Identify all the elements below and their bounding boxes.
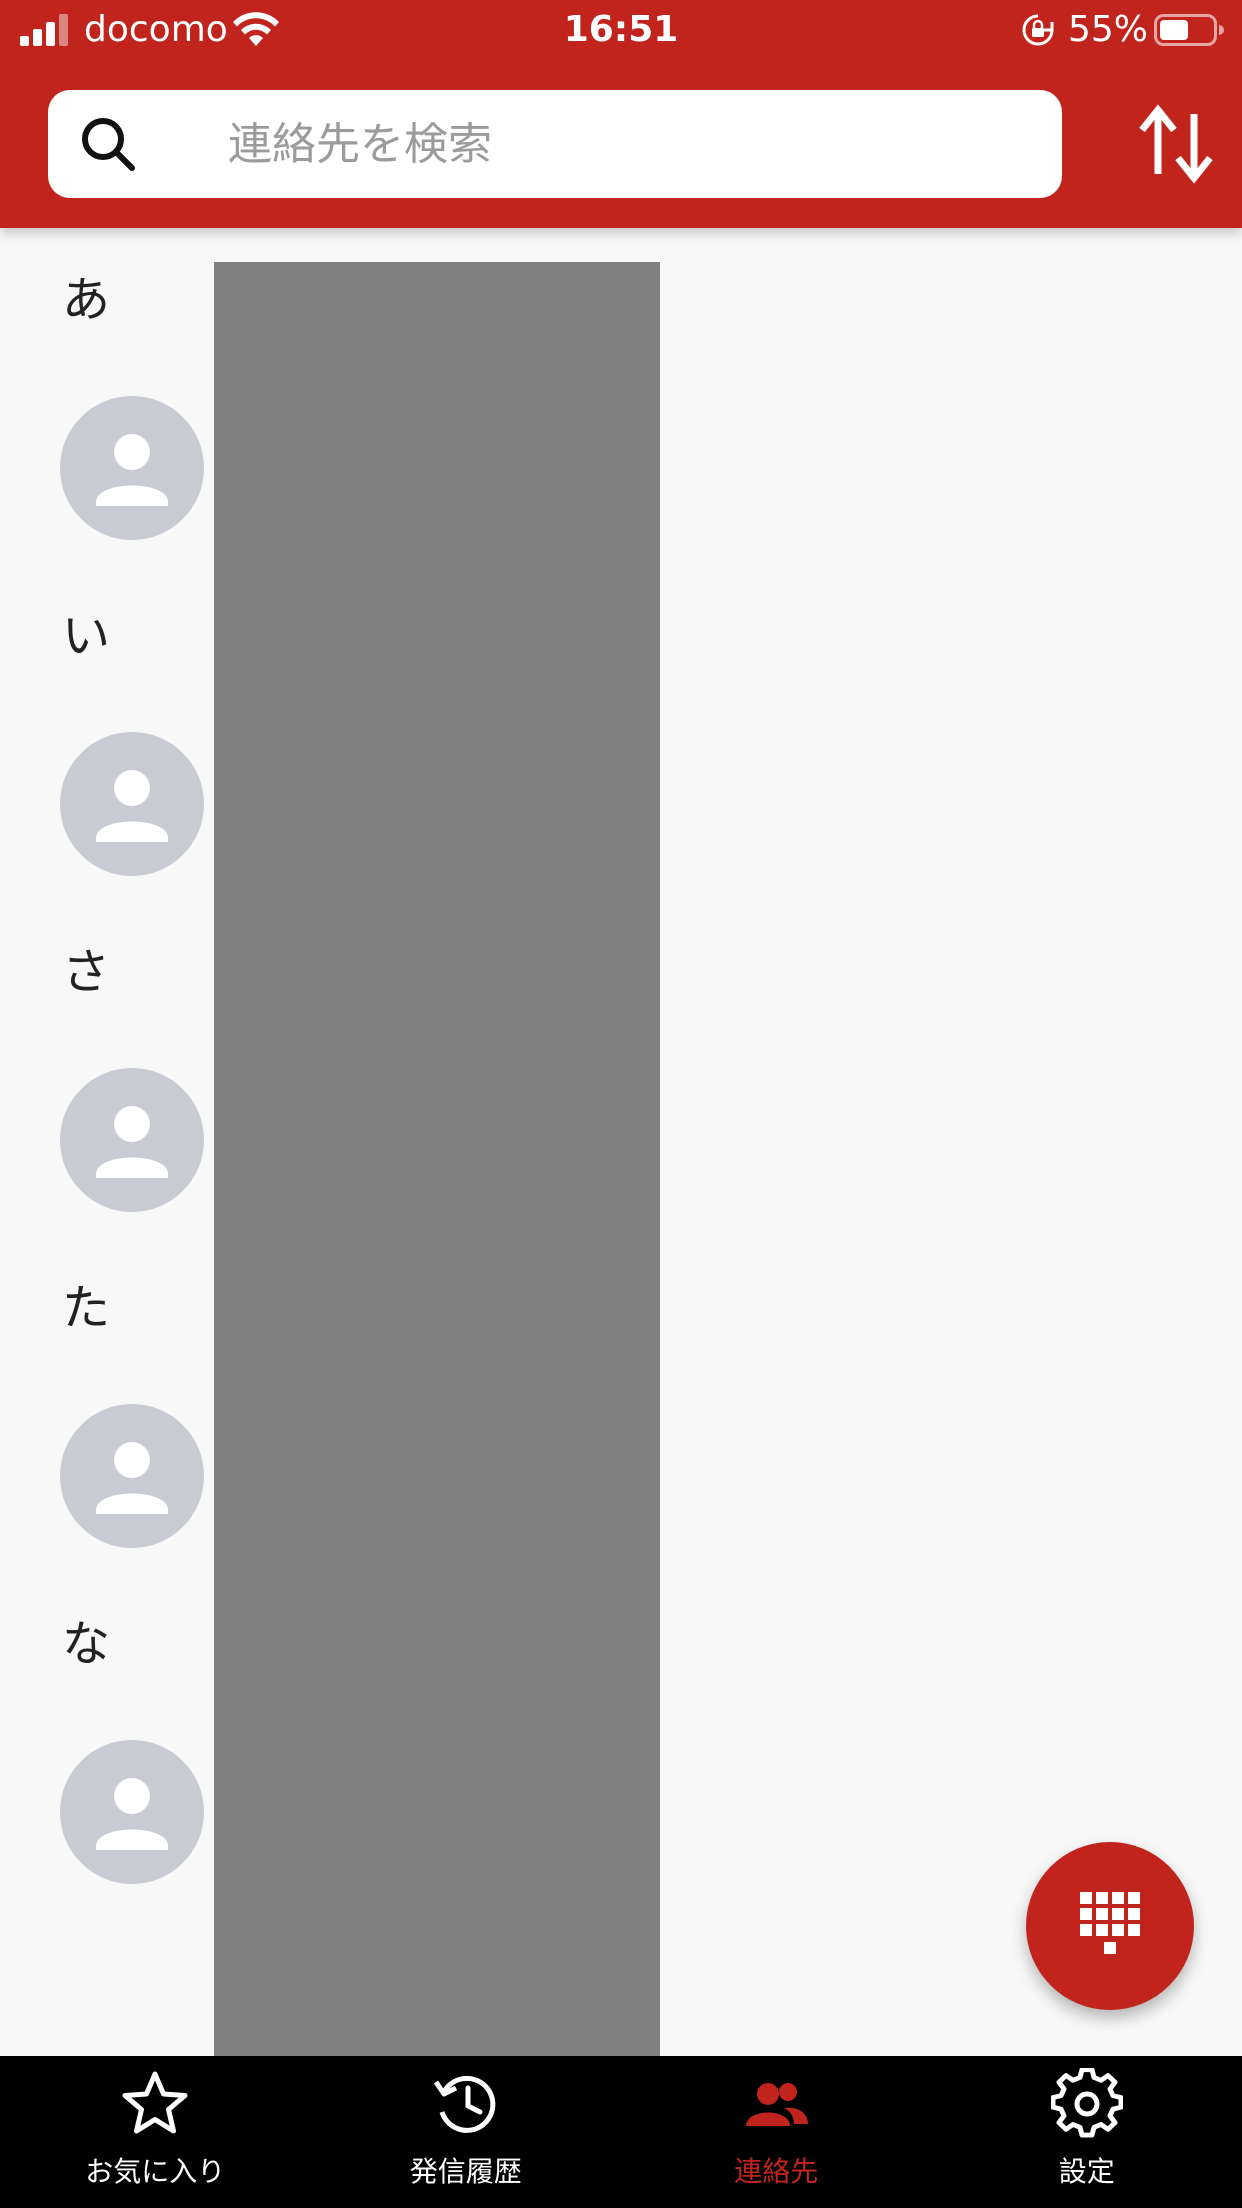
- contact-avatar[interactable]: [60, 1404, 204, 1548]
- nav-label: お気に入り: [85, 2155, 226, 2188]
- gear-icon: [1050, 2068, 1123, 2138]
- person-icon: [96, 1778, 168, 1850]
- dialpad-icon: [1080, 1892, 1140, 1954]
- person-icon: [96, 770, 168, 842]
- person-icon: [96, 1106, 168, 1178]
- section-header: た: [62, 1280, 111, 1336]
- nav-label: 発信履歴: [409, 2155, 522, 2188]
- section-header: い: [62, 608, 111, 664]
- contact-avatar[interactable]: [60, 1068, 204, 1212]
- contacts-icon: [746, 2083, 809, 2126]
- bottom-navigation: お気に入り 発信履歴 連絡先 設定: [0, 2056, 1242, 2208]
- nav-item-history[interactable]: 発信履歴: [311, 2056, 622, 2208]
- nav-item-settings[interactable]: 設定: [932, 2056, 1242, 2208]
- sort-icon[interactable]: [1138, 104, 1214, 184]
- section-header: さ: [62, 944, 111, 1000]
- contact-avatar[interactable]: [60, 732, 204, 876]
- person-icon: [96, 1442, 168, 1514]
- app-header: docomo 16:51 55%: [0, 0, 1242, 228]
- nav-label: 連絡先: [734, 2155, 819, 2188]
- search-icon: [82, 118, 135, 171]
- app-root: docomo 16:51 55% 連絡先を検索 あ い さ た な お気に入り …: [0, 0, 1242, 2208]
- section-header: な: [62, 1616, 111, 1672]
- contact-avatar[interactable]: [60, 396, 204, 540]
- dialpad-button[interactable]: [1026, 1842, 1194, 2010]
- nav-item-contacts[interactable]: 連絡先: [621, 2056, 932, 2208]
- star-icon: [122, 2071, 188, 2134]
- nav-item-favorites[interactable]: お気に入り: [0, 2056, 311, 2208]
- status-bar: docomo 16:51 55%: [0, 0, 1242, 64]
- contact-avatar[interactable]: [60, 1740, 204, 1884]
- battery-percentage: 55%: [1068, 9, 1149, 50]
- section-header: あ: [62, 272, 111, 328]
- rotation-lock-icon: [1022, 14, 1054, 46]
- person-icon: [96, 434, 168, 506]
- search-bar[interactable]: [48, 90, 1062, 198]
- history-icon: [433, 2075, 496, 2133]
- battery-icon: [1154, 14, 1224, 46]
- search-input[interactable]: [176, 108, 1036, 180]
- nav-label: 設定: [1058, 2155, 1115, 2188]
- redacted-contact-names: [214, 262, 660, 2056]
